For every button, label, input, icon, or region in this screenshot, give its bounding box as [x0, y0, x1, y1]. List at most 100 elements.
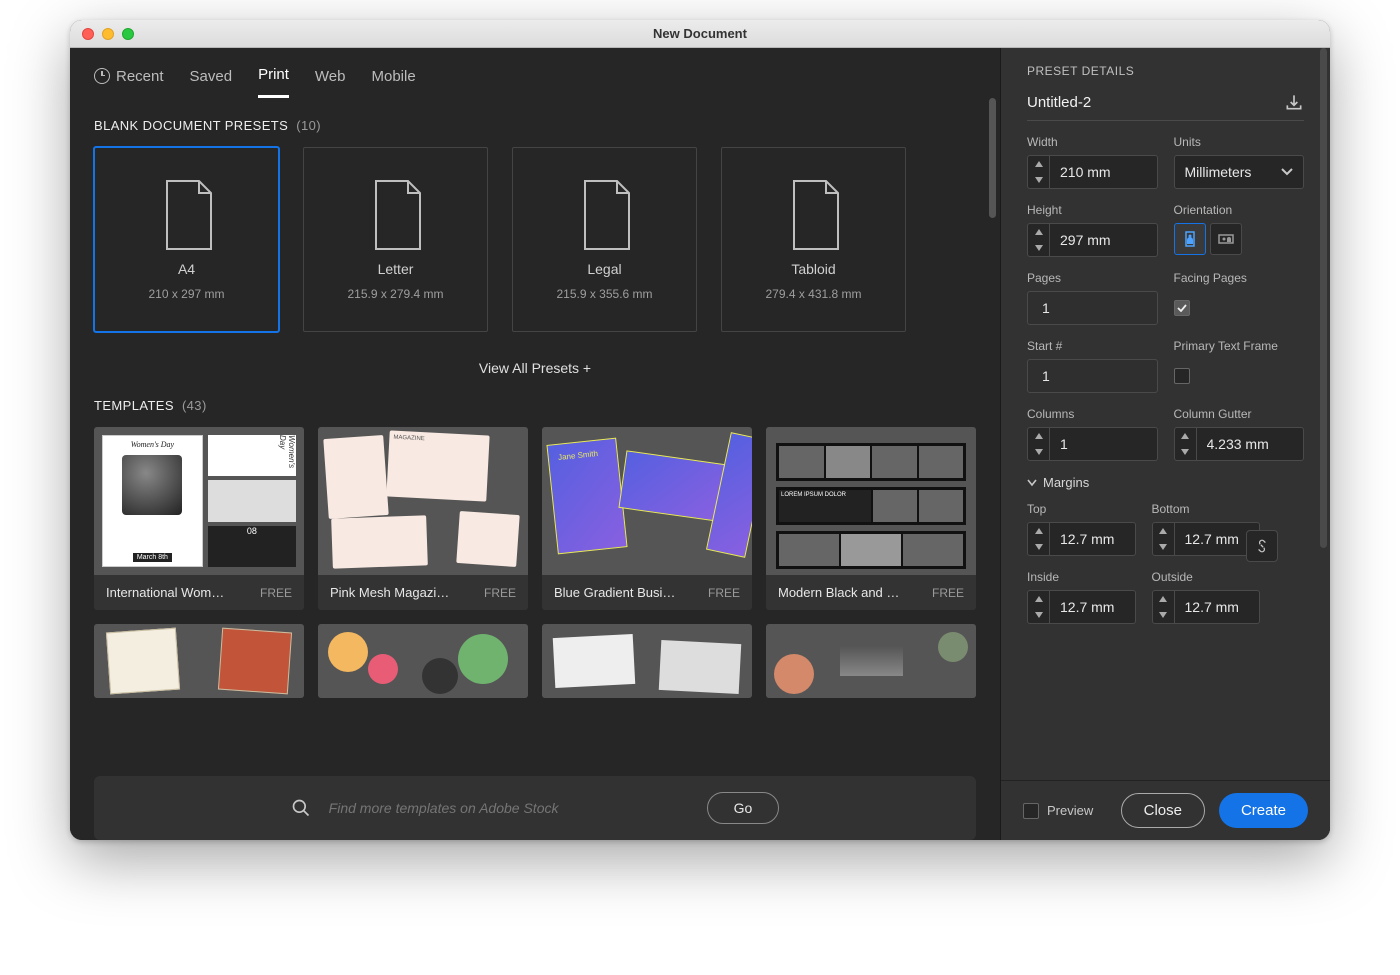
step-up-icon[interactable] — [1175, 428, 1196, 444]
template-thumbnail — [766, 624, 976, 698]
template-thumbnail — [542, 624, 752, 698]
width-label: Width — [1027, 135, 1158, 149]
page-icon — [786, 179, 842, 251]
view-all-presets-button[interactable]: View All Presets + — [94, 360, 976, 376]
search-icon — [291, 798, 311, 818]
step-down-icon[interactable] — [1028, 444, 1049, 460]
gutter-input[interactable] — [1174, 427, 1305, 461]
orientation-label: Orientation — [1174, 203, 1305, 217]
template-item[interactable] — [94, 624, 304, 698]
units-label: Units — [1174, 135, 1305, 149]
right-scrollbar[interactable] — [1320, 48, 1327, 548]
template-grid: Women's DayMarch 8th Women's Day08 Inter… — [94, 427, 976, 698]
minimize-window-button[interactable] — [102, 28, 114, 40]
template-thumbnail — [318, 624, 528, 698]
zoom-window-button[interactable] — [122, 28, 134, 40]
panel-heading: PRESET DETAILS — [1027, 64, 1304, 78]
close-window-button[interactable] — [82, 28, 94, 40]
width-input[interactable] — [1027, 155, 1158, 189]
step-down-icon[interactable] — [1028, 172, 1049, 188]
template-thumbnail: MAGAZINE — [318, 427, 528, 575]
template-thumbnail — [94, 624, 304, 698]
primary-text-frame-label: Primary Text Frame — [1174, 339, 1305, 353]
preset-grid: A4 210 x 297 mm Letter 215.9 x 279.4 mm … — [94, 147, 976, 332]
template-thumbnail: Women's DayMarch 8th Women's Day08 — [94, 427, 304, 575]
new-document-dialog: New Document Recent Saved Print Web Mobi… — [70, 20, 1330, 840]
step-up-icon[interactable] — [1028, 428, 1049, 444]
left-scroll-area: BLANK DOCUMENT PRESETS (10) A4 210 x 297… — [70, 98, 1000, 840]
start-number-label: Start # — [1027, 339, 1158, 353]
template-item[interactable]: MAGAZINE Pink Mesh Magazine…FREE — [318, 427, 528, 610]
orientation-portrait-button[interactable] — [1174, 223, 1206, 255]
primary-text-frame-checkbox[interactable] — [1174, 368, 1190, 384]
panel-footer: Preview Close Create — [1001, 780, 1330, 840]
preview-checkbox[interactable] — [1023, 803, 1039, 819]
columns-label: Columns — [1027, 407, 1158, 421]
margin-outside-label: Outside — [1152, 570, 1261, 584]
preset-tabloid[interactable]: Tabloid 279.4 x 431.8 mm — [721, 147, 906, 332]
category-tabs: Recent Saved Print Web Mobile — [70, 48, 1000, 98]
stock-search-input[interactable] — [329, 800, 589, 816]
left-panel: Recent Saved Print Web Mobile BLANK DOCU… — [70, 48, 1000, 840]
preset-legal[interactable]: Legal 215.9 x 355.6 mm — [512, 147, 697, 332]
window-title: New Document — [70, 26, 1330, 41]
document-name-input[interactable] — [1027, 94, 1237, 111]
margins-section-toggle[interactable]: Margins — [1027, 475, 1304, 490]
facing-pages-checkbox[interactable] — [1174, 300, 1190, 316]
margin-inside-input[interactable] — [1027, 590, 1136, 624]
step-up-icon[interactable] — [1028, 156, 1049, 172]
preview-toggle[interactable]: Preview — [1023, 803, 1093, 819]
left-scrollbar[interactable] — [989, 98, 996, 218]
preset-details-panel: PRESET DETAILS Width Units — [1000, 48, 1330, 840]
height-input[interactable] — [1027, 223, 1158, 257]
gutter-label: Column Gutter — [1174, 407, 1305, 421]
preset-letter[interactable]: Letter 215.9 x 279.4 mm — [303, 147, 488, 332]
template-item[interactable]: Jane Smith Blue Gradient Busine…FREE — [542, 427, 752, 610]
tab-saved[interactable]: Saved — [190, 64, 233, 97]
templates-heading: TEMPLATES (43) — [94, 398, 976, 413]
template-item[interactable] — [542, 624, 752, 698]
dialog-content: Recent Saved Print Web Mobile BLANK DOCU… — [70, 48, 1330, 840]
margin-bottom-label: Bottom — [1152, 502, 1261, 516]
step-down-icon[interactable] — [1028, 240, 1049, 256]
start-number-input[interactable] — [1027, 359, 1158, 393]
pages-label: Pages — [1027, 271, 1158, 285]
margin-top-label: Top — [1027, 502, 1136, 516]
columns-input[interactable] — [1027, 427, 1158, 461]
height-label: Height — [1027, 203, 1158, 217]
template-thumbnail: Jane Smith — [542, 427, 752, 575]
template-item[interactable] — [318, 624, 528, 698]
window-controls — [82, 28, 134, 40]
step-up-icon[interactable] — [1028, 224, 1049, 240]
margin-top-input[interactable] — [1027, 522, 1136, 556]
template-item[interactable] — [766, 624, 976, 698]
margin-bottom-input[interactable] — [1152, 522, 1261, 556]
pages-input[interactable] — [1027, 291, 1158, 325]
facing-pages-label: Facing Pages — [1174, 271, 1305, 285]
template-item[interactable]: LOREM IPSUM DOLOR Modern Black and W…FRE… — [766, 427, 976, 610]
preset-a4[interactable]: A4 210 x 297 mm — [94, 147, 279, 332]
template-thumbnail: LOREM IPSUM DOLOR — [766, 427, 976, 575]
link-margins-button[interactable] — [1246, 530, 1278, 562]
margin-inside-label: Inside — [1027, 570, 1136, 584]
save-preset-icon[interactable] — [1284, 92, 1304, 112]
page-icon — [159, 179, 215, 251]
tab-recent[interactable]: Recent — [94, 64, 164, 97]
close-button[interactable]: Close — [1121, 793, 1205, 828]
create-button[interactable]: Create — [1219, 793, 1308, 828]
clock-icon — [94, 68, 110, 84]
template-item[interactable]: Women's DayMarch 8th Women's Day08 Inter… — [94, 427, 304, 610]
tab-mobile[interactable]: Mobile — [372, 64, 416, 97]
step-down-icon[interactable] — [1175, 444, 1196, 460]
page-icon — [368, 179, 424, 251]
stock-search-go-button[interactable]: Go — [707, 792, 780, 824]
tab-print[interactable]: Print — [258, 62, 289, 98]
margin-outside-input[interactable] — [1152, 590, 1261, 624]
chevron-down-icon — [1281, 168, 1293, 176]
page-icon — [577, 179, 633, 251]
stock-search-bar: Go — [94, 776, 976, 840]
presets-heading: BLANK DOCUMENT PRESETS (10) — [94, 118, 976, 133]
orientation-landscape-button[interactable] — [1210, 223, 1242, 255]
units-select[interactable]: Millimeters — [1174, 155, 1305, 189]
tab-web[interactable]: Web — [315, 64, 346, 97]
